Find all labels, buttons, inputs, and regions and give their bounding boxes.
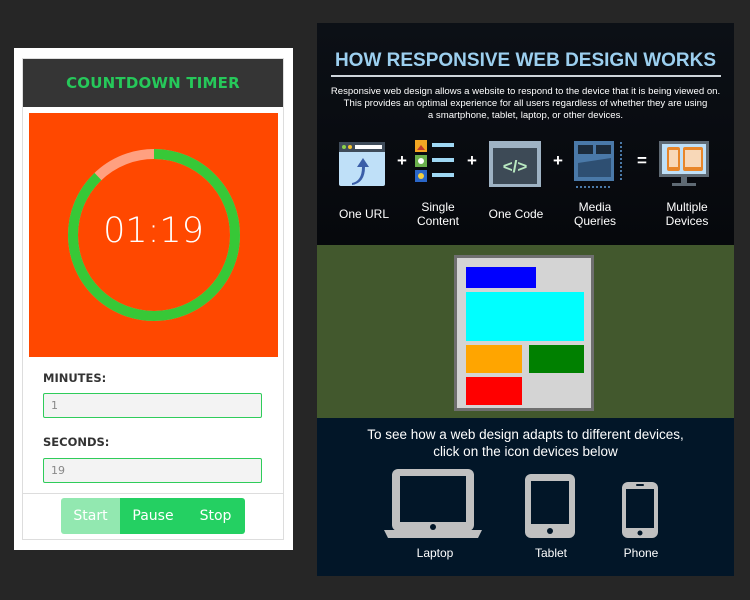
timer-card: COUNTDOWN TIMER 01:19 MINUTES: SECONDS: …	[22, 58, 284, 540]
timer-controls: Start Pause Stop	[61, 498, 245, 534]
countdown-timer-widget: COUNTDOWN TIMER 01:19 MINUTES: SECONDS: …	[14, 48, 293, 550]
infographic-description: Responsive web design allows a website t…	[317, 86, 734, 122]
demo-screen	[454, 255, 594, 411]
tablet-label[interactable]: Tablet	[511, 546, 591, 560]
multiple-devices-icon	[659, 141, 709, 186]
infographic-title: HOW RESPONSIVE WEB DESIGN WORKS	[334, 50, 717, 71]
seconds-input[interactable]	[43, 458, 262, 483]
title-divider	[331, 75, 721, 77]
pause-button[interactable]: Pause	[120, 498, 186, 534]
device-selector: To see how a web design adapts to differ…	[317, 418, 734, 576]
green-block	[529, 345, 584, 373]
orange-block	[466, 345, 522, 373]
description-line: a smartphone, tablet, laptop, or other d…	[427, 110, 624, 121]
code-icon: </>	[489, 141, 541, 187]
responsive-demo-area	[317, 245, 734, 418]
concept-label: Multiple Devices	[665, 200, 709, 228]
timer-header: COUNTDOWN TIMER	[23, 59, 283, 107]
concept-label: One Code	[488, 207, 544, 221]
concept-label: Single Content	[416, 200, 460, 228]
red-block	[466, 377, 522, 405]
phone-icon[interactable]	[621, 481, 659, 540]
header-block	[466, 267, 536, 288]
media-queries-icon	[574, 141, 622, 188]
equals-operator: =	[637, 151, 647, 170]
stop-button[interactable]: Stop	[186, 498, 245, 534]
laptop-icon[interactable]	[383, 468, 483, 540]
browser-url-icon	[339, 142, 385, 186]
minutes-label: MINUTES:	[43, 371, 107, 385]
minutes-input[interactable]	[43, 393, 262, 418]
plus-operator: +	[467, 151, 477, 170]
description-line: Responsive web design allows a website t…	[330, 86, 721, 97]
banner-block	[466, 292, 584, 341]
start-button[interactable]: Start	[61, 498, 120, 534]
device-instructions: To see how a web design adapts to differ…	[317, 426, 734, 460]
concept-label: One URL	[339, 207, 390, 221]
responsive-design-infographic: HOW RESPONSIVE WEB DESIGN WORKS Responsi…	[317, 23, 734, 576]
description-line: This provides an optimal experience for …	[343, 98, 708, 109]
instruction-line: To see how a web design adapts to differ…	[367, 427, 684, 442]
tablet-icon[interactable]	[524, 473, 576, 540]
phone-label[interactable]: Phone	[601, 546, 681, 560]
svg-text:</>: </>	[503, 157, 528, 176]
time-remaining-display: 01:19	[103, 211, 204, 251]
content-list-icon	[415, 140, 454, 182]
timer-face: 01:19	[29, 113, 278, 357]
instruction-line: click on the icon devices below	[433, 444, 618, 459]
concept-label: Media Queries	[573, 200, 617, 228]
plus-operator: +	[553, 151, 563, 170]
timer-title: COUNTDOWN TIMER	[66, 74, 240, 92]
laptop-label[interactable]: Laptop	[395, 546, 475, 560]
infographic-header: HOW RESPONSIVE WEB DESIGN WORKS Responsi…	[317, 23, 734, 245]
plus-operator: +	[397, 151, 407, 170]
seconds-label: SECONDS:	[43, 435, 110, 449]
footer-divider	[23, 493, 283, 494]
